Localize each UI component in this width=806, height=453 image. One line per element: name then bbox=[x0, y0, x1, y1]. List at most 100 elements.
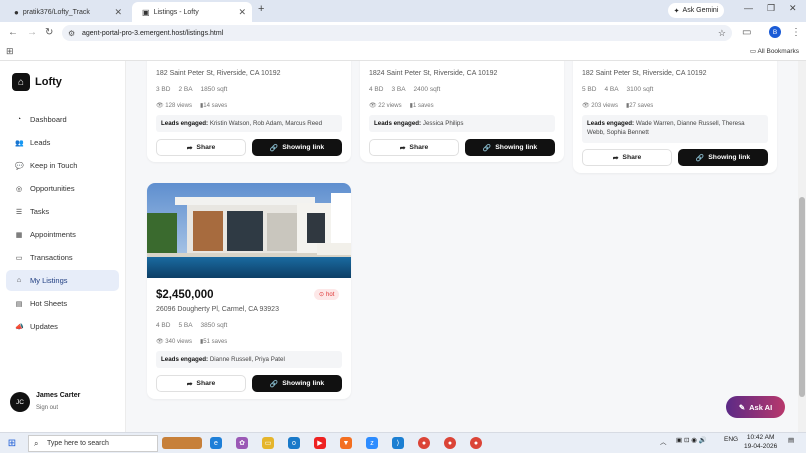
sidebar-item-hot-sheets[interactable]: ▤ Hot Sheets bbox=[6, 293, 119, 314]
profile-avatar[interactable]: B bbox=[769, 26, 781, 38]
vscode-icon[interactable]: ⟩ bbox=[392, 437, 404, 449]
saves: 1 saves bbox=[412, 103, 434, 109]
sidebar-item-tasks[interactable]: ☰ Tasks bbox=[6, 201, 119, 222]
showing-label: Showing link bbox=[708, 154, 751, 161]
scrollbar-thumb[interactable] bbox=[799, 197, 805, 397]
share-button[interactable]: ➦ Share bbox=[156, 375, 246, 392]
youtube-icon[interactable]: ▶ bbox=[314, 437, 326, 449]
share-button[interactable]: ➦ Share bbox=[369, 139, 459, 156]
copilot-icon[interactable]: ✿ bbox=[236, 437, 248, 449]
share-button[interactable]: ➦ Share bbox=[582, 149, 672, 166]
sidebar-item-appointments[interactable]: ▦ Appointments bbox=[6, 224, 119, 245]
showing-label: Showing link bbox=[282, 144, 325, 151]
minimize-icon[interactable]: — bbox=[744, 3, 753, 13]
user-profile[interactable]: JC James Carter Sign out bbox=[10, 392, 80, 412]
leads-names: Kristin Watson, Rob Adam, Marcus Reed bbox=[209, 120, 323, 127]
baths: 5 BA bbox=[178, 322, 193, 329]
bookmark-star-icon[interactable]: ☆ bbox=[718, 28, 726, 39]
outlook-icon[interactable]: o bbox=[288, 437, 300, 449]
share-label: Share bbox=[196, 380, 216, 387]
sidebar-item-label: Dashboard bbox=[30, 115, 67, 124]
tray-chevron-icon[interactable]: ︿ bbox=[660, 436, 667, 446]
browser-menu-icon[interactable]: ⋮ bbox=[791, 27, 801, 38]
sign-out-link[interactable]: Sign out bbox=[36, 405, 80, 411]
brand-name: Lofty bbox=[35, 76, 62, 88]
leads-names: Jessica Philips bbox=[422, 120, 464, 127]
sidebar-item-my-listings[interactable]: ⌂ My Listings bbox=[6, 270, 119, 291]
weather-widget-icon[interactable] bbox=[162, 437, 202, 449]
share-icon: ➦ bbox=[612, 154, 619, 162]
sidebar-item-dashboard[interactable]: ◔ Dashboard bbox=[6, 109, 119, 130]
url-input[interactable]: ⚙ agent-portal-pro-3.emergent.host/listi… bbox=[62, 25, 732, 41]
reload-icon[interactable]: ↻ bbox=[45, 27, 53, 38]
notifications-icon[interactable]: ▤ bbox=[788, 436, 794, 444]
chrome-icon[interactable]: ● bbox=[470, 437, 482, 449]
tray-icons[interactable]: ▣ ⊡ ◉ 🔊 bbox=[676, 436, 707, 444]
close-window-icon[interactable]: ✕ bbox=[789, 3, 797, 14]
eye-icon: 👁 bbox=[156, 103, 164, 109]
brand-logo[interactable]: ⌂ Lofty bbox=[12, 73, 62, 91]
leads-label: Leads engaged: bbox=[587, 120, 635, 127]
views: 128 views bbox=[165, 103, 192, 109]
chrome-icon[interactable]: ● bbox=[418, 437, 430, 449]
file-explorer-icon[interactable]: ▭ bbox=[262, 437, 274, 449]
sidebar: ⌂ Lofty ◔ Dashboard 👥 Leads 💬 Keep in Touch ◎ O… bbox=[0, 61, 126, 432]
tab-listings[interactable]: ▣ Listings - Lofty ✕ bbox=[132, 2, 252, 22]
share-icon: ➦ bbox=[399, 144, 406, 152]
leads-icon: 👥 bbox=[15, 139, 24, 147]
user-name: James Carter bbox=[36, 392, 81, 399]
listing-price: $2,450,000 bbox=[156, 289, 214, 301]
language-indicator[interactable]: ENG bbox=[724, 436, 738, 443]
close-tab-icon[interactable]: ✕ bbox=[238, 7, 246, 18]
sidebar-item-updates[interactable]: 📣 Updates bbox=[6, 316, 119, 337]
restore-icon[interactable]: ❐ bbox=[767, 3, 775, 14]
hot-badge: ⊙ hot bbox=[314, 289, 340, 300]
sidebar-item-leads[interactable]: 👥 Leads bbox=[6, 132, 119, 153]
all-bookmarks[interactable]: ▭ All Bookmarks bbox=[750, 47, 799, 55]
leads-label: Leads engaged: bbox=[161, 120, 209, 127]
listing-photo[interactable] bbox=[147, 183, 351, 278]
browser-tab-bar: ● pratik376/Lofty_Track ✕ ▣ Listings - L… bbox=[0, 0, 806, 22]
url-text: agent-portal-pro-3.emergent.host/listing… bbox=[82, 29, 224, 37]
sidebar-item-keep-in-touch[interactable]: 💬 Keep in Touch bbox=[6, 155, 119, 176]
close-tab-icon[interactable]: ✕ bbox=[114, 7, 122, 18]
site-info-icon[interactable]: ⚙ bbox=[68, 29, 75, 38]
back-icon[interactable]: ← bbox=[8, 27, 18, 38]
tab-github[interactable]: ● pratik376/Lofty_Track ✕ bbox=[4, 2, 128, 22]
sidebar-item-label: Opportunities bbox=[30, 184, 75, 193]
sqft: 1850 sqft bbox=[200, 86, 228, 93]
edge-icon[interactable]: e bbox=[210, 437, 222, 449]
showing-link-button[interactable]: 🔗 Showing link bbox=[252, 139, 342, 156]
share-label: Share bbox=[196, 144, 216, 151]
apps-grid-icon[interactable]: ⊞ bbox=[6, 46, 14, 57]
sidebar-item-transactions[interactable]: ▭ Transactions bbox=[6, 247, 119, 268]
zoom-icon[interactable]: z bbox=[366, 437, 378, 449]
taskbar-search-input[interactable]: ⌕ Type here to search bbox=[28, 435, 158, 452]
listing-specs: 3 BD 2 BA 1850 sqft bbox=[156, 86, 227, 93]
baths: 2 BA bbox=[178, 86, 193, 93]
new-tab-icon[interactable]: + bbox=[258, 3, 264, 15]
baths: 3 BA bbox=[391, 86, 406, 93]
page-scrollbar[interactable] bbox=[798, 61, 806, 432]
ask-gemini-button[interactable]: ✦ Ask Gemini bbox=[668, 3, 724, 18]
sidebar-item-opportunities[interactable]: ◎ Opportunities bbox=[6, 178, 119, 199]
cast-icon[interactable]: ▭ bbox=[742, 27, 751, 38]
ask-gemini-label: Ask Gemini bbox=[682, 7, 719, 14]
forward-icon[interactable]: → bbox=[27, 27, 37, 38]
showing-link-button[interactable]: 🔗 Showing link bbox=[252, 375, 342, 392]
clock[interactable]: 10:42 AM 19-04-2026 bbox=[744, 434, 777, 452]
chrome-icon[interactable]: ● bbox=[444, 437, 456, 449]
showing-link-button[interactable]: 🔗 Showing link bbox=[678, 149, 768, 166]
listing-card: 182 Saint Peter St, Riverside, CA 10192 … bbox=[147, 61, 351, 162]
brave-icon[interactable]: ▼ bbox=[340, 437, 352, 449]
ask-ai-button[interactable]: ✎ Ask AI bbox=[726, 396, 785, 418]
windows-start-icon[interactable]: ⊞ bbox=[6, 437, 18, 449]
showing-link-button[interactable]: 🔗 Showing link bbox=[465, 139, 555, 156]
listing-stats: 👁 128 views ▮14 saves bbox=[156, 102, 227, 109]
listing-card: 1824 Saint Peter St, Riverside, CA 10192… bbox=[360, 61, 564, 162]
listing-card: 182 Saint Peter St, Riverside, CA 10192 … bbox=[573, 61, 777, 173]
sidebar-item-label: Keep in Touch bbox=[30, 161, 78, 170]
share-button[interactable]: ➦ Share bbox=[156, 139, 246, 156]
ask-ai-label: Ask AI bbox=[749, 402, 773, 412]
listing-stats: 👁 340 views ▮51 saves bbox=[156, 338, 227, 345]
